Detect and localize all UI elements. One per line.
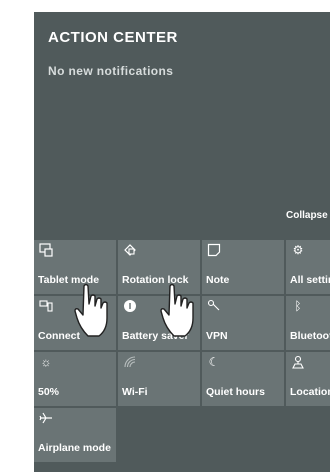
bluetooth-icon: ᛒ xyxy=(294,299,302,313)
battery-saver-icon xyxy=(123,299,137,313)
all-settings-tile[interactable]: ⚙ All settings xyxy=(286,240,330,294)
moon-icon: ☾ xyxy=(208,355,220,369)
note-label: Note xyxy=(206,274,230,286)
quiet-hours-label: Quiet hours xyxy=(206,386,265,398)
action-center-title: ACTION CENTER xyxy=(48,29,178,46)
gear-icon: ⚙ xyxy=(292,243,304,257)
connect-icon xyxy=(39,299,53,313)
quiet-hours-tile[interactable]: ☾ Quiet hours xyxy=(202,352,284,406)
rotation-lock-icon xyxy=(123,243,137,257)
vpn-icon xyxy=(207,299,221,313)
brightness-icon: ☼ xyxy=(40,355,52,369)
no-notifications-message: No new notifications xyxy=(48,64,174,78)
wifi-label: Wi-Fi xyxy=(122,386,148,398)
brightness-label: 50% xyxy=(38,386,60,398)
collapse-button[interactable]: Collapse xyxy=(286,210,328,221)
hand-pointer-icon xyxy=(160,283,194,337)
airplane-mode-label: Airplane mode xyxy=(38,442,111,454)
bluetooth-tile[interactable]: ᛒ Bluetooth xyxy=(286,296,330,350)
location-label: Location xyxy=(290,386,330,398)
all-settings-label: All settings xyxy=(290,274,330,286)
airplane-mode-tile[interactable]: Airplane mode xyxy=(34,408,116,462)
quick-actions-grid: Tablet mode Rotation lock Note ⚙ All set… xyxy=(34,240,330,472)
wifi-icon xyxy=(123,355,137,369)
brightness-tile[interactable]: ☼ 50% xyxy=(34,352,116,406)
bluetooth-label: Bluetooth xyxy=(290,330,330,342)
note-tile[interactable]: Note xyxy=(202,240,284,294)
note-icon xyxy=(207,243,221,257)
location-icon xyxy=(291,355,305,369)
location-tile[interactable]: Location xyxy=(286,352,330,406)
wifi-tile[interactable]: Wi-Fi xyxy=(118,352,200,406)
vpn-tile[interactable]: VPN xyxy=(202,296,284,350)
hand-pointer-icon xyxy=(74,283,108,337)
tablet-mode-icon xyxy=(39,243,53,257)
vpn-label: VPN xyxy=(206,330,228,342)
airplane-icon xyxy=(39,411,53,425)
action-center-panel: ACTION CENTER No new notifications Colla… xyxy=(34,12,330,472)
